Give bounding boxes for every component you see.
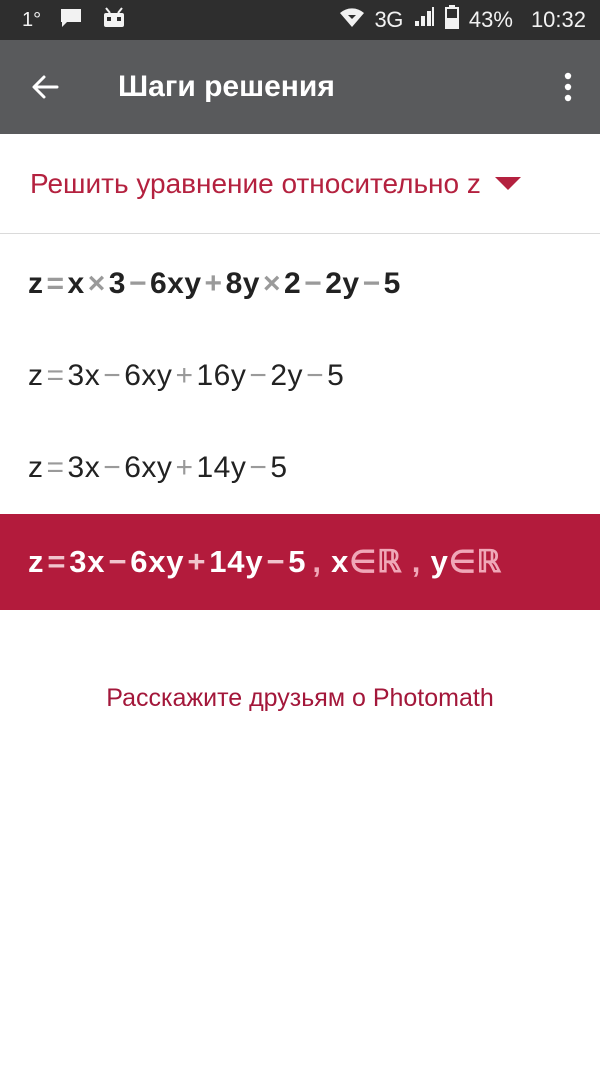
step-token: = [46, 451, 65, 484]
final-result[interactable]: z = 3x − 6xy + 14y − 5 , x∈ℝ , y∈ℝ [0, 514, 600, 610]
result-token: − [108, 544, 128, 579]
page-title: Шаги решения [118, 70, 335, 103]
temperature-text: 1° [22, 8, 42, 31]
result-token: 6xy [130, 544, 185, 579]
step-token: + [204, 267, 223, 300]
step-token: = [46, 359, 65, 392]
step-token: − [304, 267, 323, 300]
step-token: 2 [283, 267, 302, 300]
step-token: 6xy [149, 267, 202, 300]
signal-icon [413, 6, 435, 34]
battery-icon [444, 5, 459, 35]
domain-separator: , [411, 544, 422, 579]
domain-variable-x: x [331, 544, 350, 579]
step-token: − [103, 451, 122, 484]
step-token: z [28, 359, 44, 392]
result-token: = [47, 544, 67, 579]
solution-step-3[interactable]: z = 3x − 6xy + 14y − 5 [0, 422, 600, 514]
dropdown-caret-icon [494, 177, 521, 190]
step-token: − [362, 267, 381, 300]
step-token: − [103, 359, 122, 392]
step-token: + [175, 451, 194, 484]
step-token: 8y [225, 267, 260, 300]
more-options-button[interactable] [536, 40, 600, 134]
step-token: − [249, 359, 268, 392]
step-token: 3x [67, 451, 101, 484]
step-token: − [306, 359, 325, 392]
step-token: × [87, 267, 106, 300]
step-token: 3 [108, 267, 126, 300]
solve-method-label: Решить уравнение относительно z [30, 167, 481, 199]
android-robot-icon [101, 6, 127, 34]
step-token: 6xy [124, 451, 173, 484]
app-bar: Шаги решения [0, 40, 600, 134]
step-token: 14y [196, 451, 247, 484]
step-token: 5 [327, 359, 345, 392]
arrow-left-icon [32, 75, 59, 99]
status-bar: 1° 3G 43% 10:32 [0, 0, 600, 40]
clock: 10:32 [530, 7, 586, 32]
result-domain: , x∈ℝ , y∈ℝ [312, 544, 502, 580]
step-token: − [128, 267, 147, 300]
step-token: × [262, 267, 281, 300]
step-token: 16y [196, 359, 247, 392]
step-token: 3x [67, 359, 101, 392]
domain-real-set: ∈ℝ [349, 544, 403, 579]
step-token: x [67, 267, 85, 300]
result-token: − [266, 544, 286, 579]
domain-variable-y: y [430, 544, 449, 579]
result-token: 5 [288, 544, 307, 579]
step-token: 6xy [124, 359, 173, 392]
solve-method-dropdown[interactable]: Решить уравнение относительно z [0, 134, 600, 234]
step-token: 5 [270, 451, 288, 484]
step-token: 2y [325, 267, 360, 300]
step-token: 2y [270, 359, 304, 392]
solution-step-1[interactable]: z = x × 3 − 6xy + 8y × 2 − 2y − 5 [0, 238, 600, 330]
battery-percent: 43% [468, 7, 513, 32]
back-button[interactable] [0, 40, 92, 134]
result-token: 3x [69, 544, 106, 579]
domain-separator: , [312, 544, 322, 579]
step-token: − [249, 451, 268, 484]
step-token: = [46, 267, 65, 300]
result-token: 14y [209, 544, 264, 579]
network-type: 3G [374, 7, 404, 32]
domain-real-set: ∈ℝ [448, 544, 502, 579]
result-token: z [28, 544, 45, 579]
step-token: z [28, 451, 44, 484]
step-token: z [28, 267, 44, 300]
message-icon [59, 7, 83, 34]
result-token: + [187, 544, 207, 579]
step-token: + [175, 359, 194, 392]
solution-step-2[interactable]: z = 3x − 6xy + 16y − 2y − 5 [0, 330, 600, 422]
share-link[interactable]: Расскажите друзьям о Photomath [0, 684, 600, 713]
wifi-icon [339, 6, 365, 34]
more-vertical-icon [564, 72, 572, 102]
step-token: 5 [383, 267, 401, 300]
